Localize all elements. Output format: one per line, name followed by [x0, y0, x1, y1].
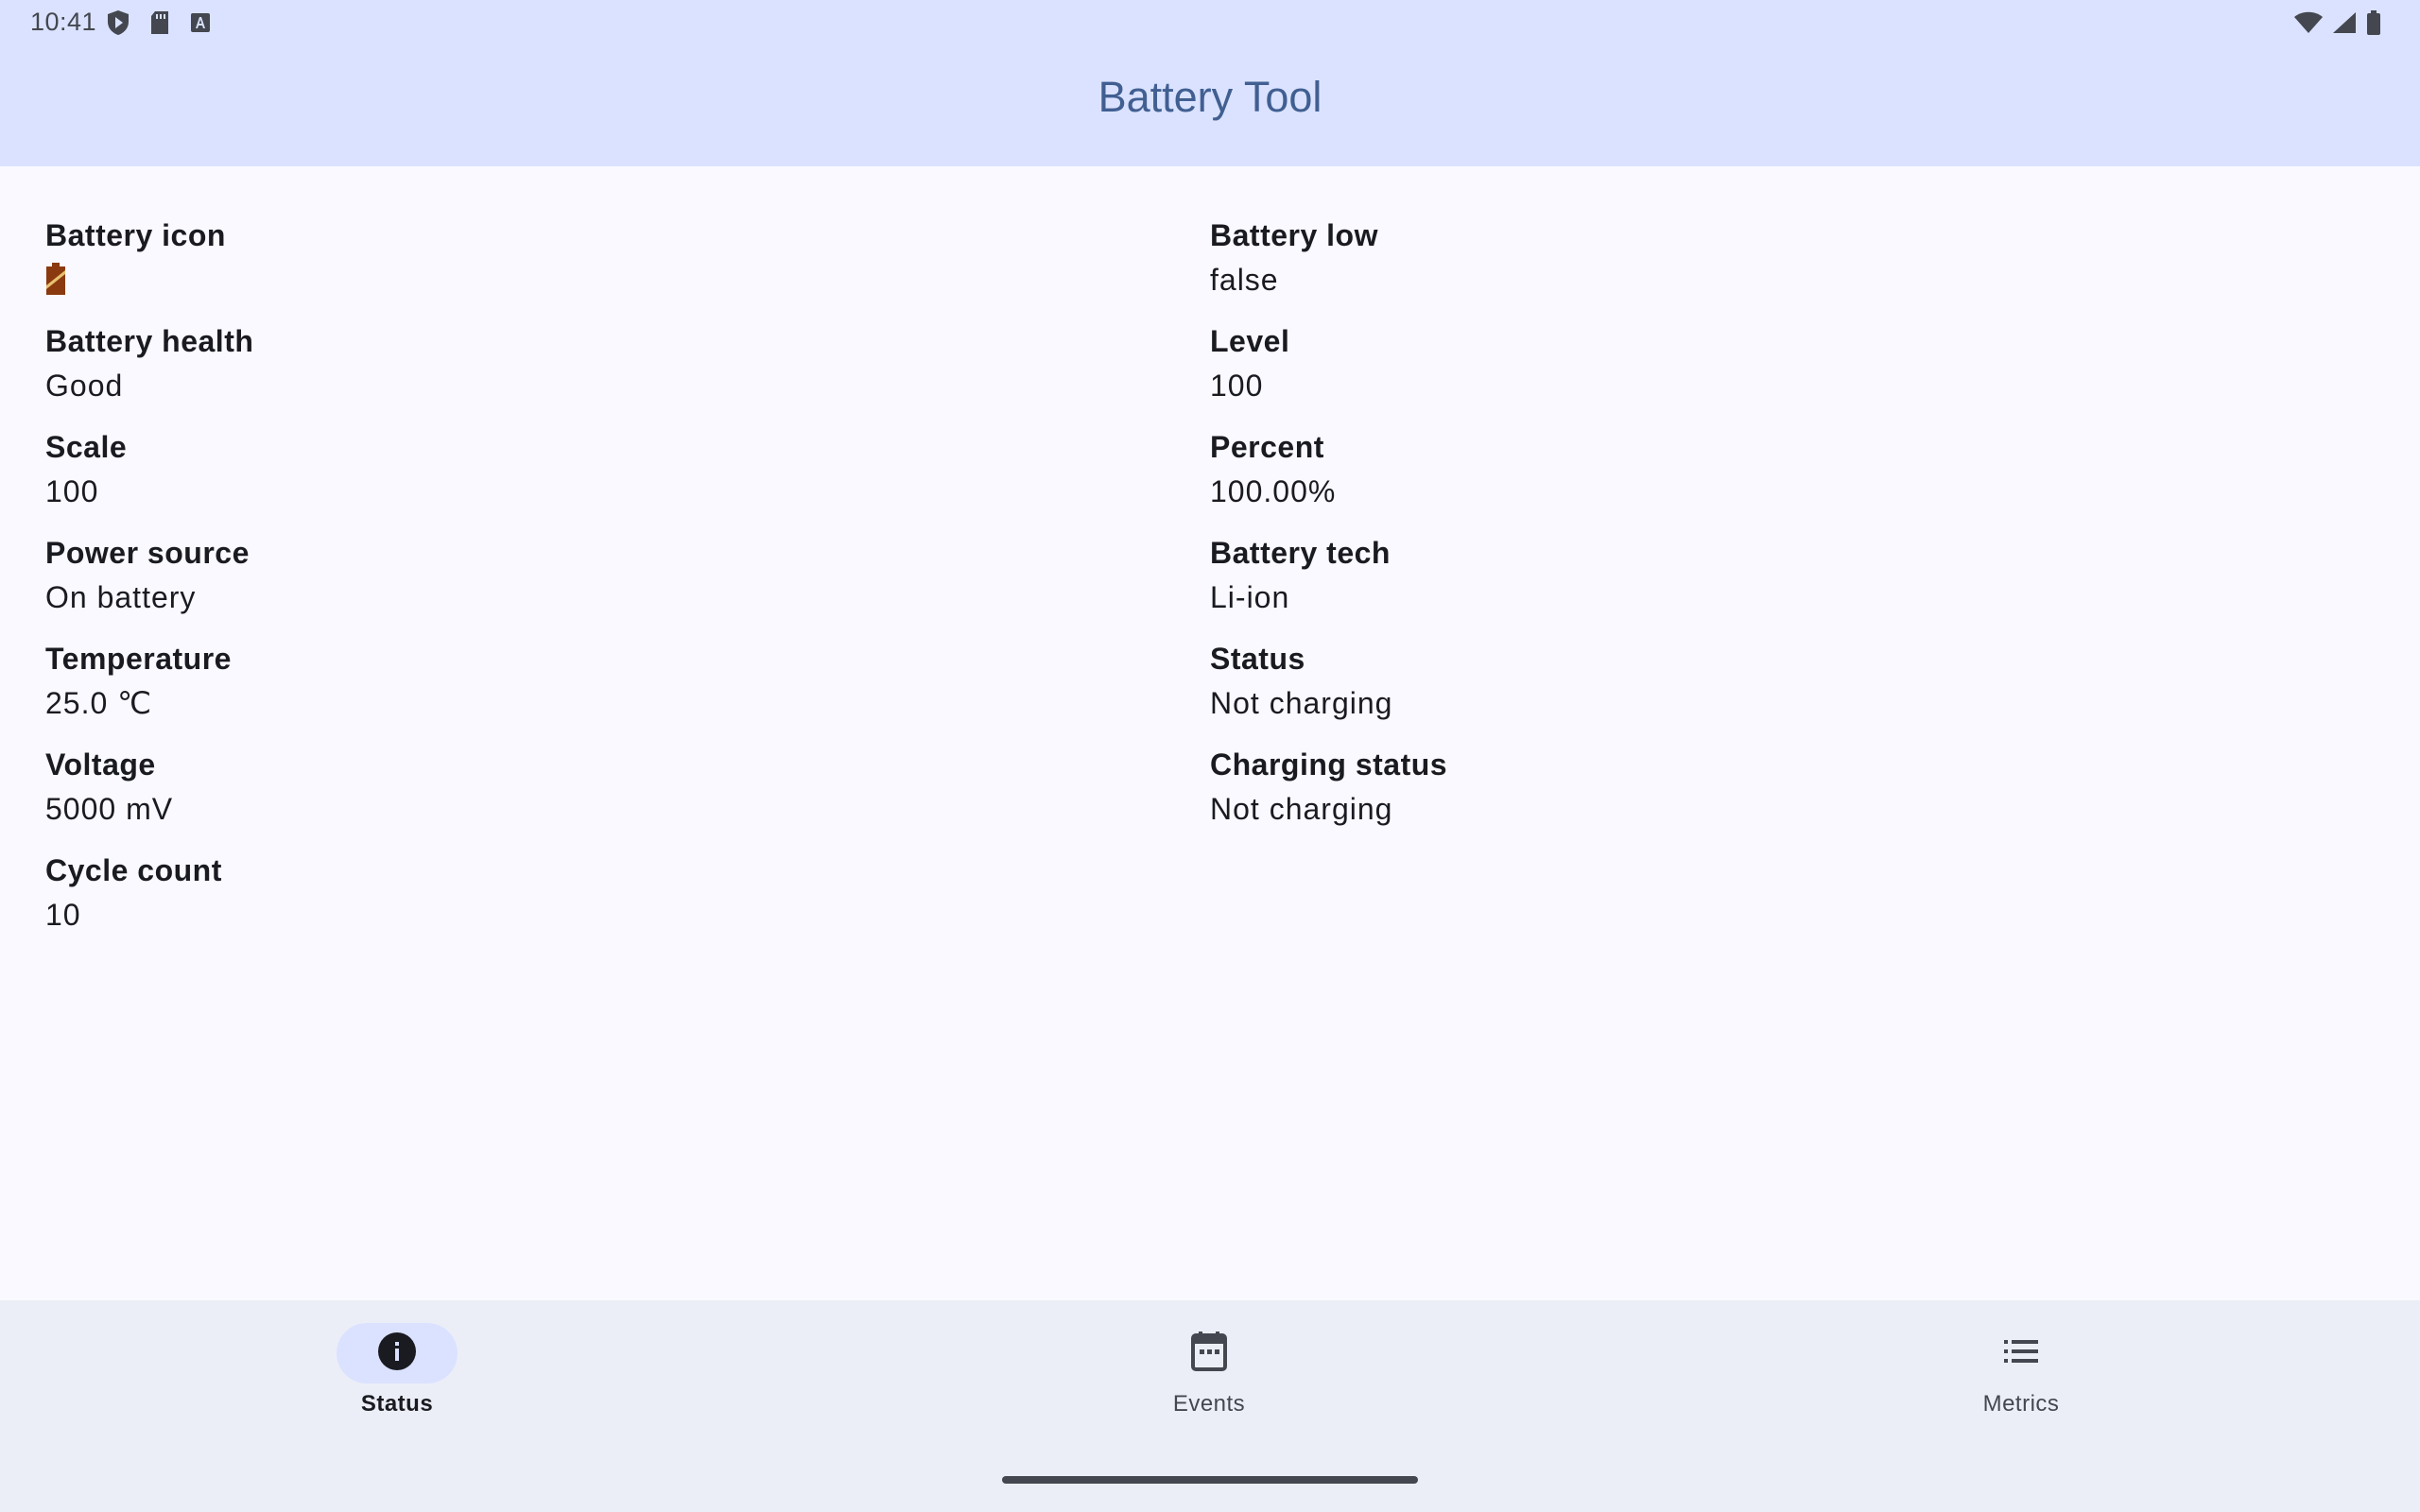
list-icon[interactable]: [2002, 1337, 2040, 1370]
field-label: Percent: [1210, 430, 1324, 464]
field-label: Battery icon: [45, 218, 226, 252]
shield-play-icon: [106, 9, 130, 41]
calendar-icon[interactable]: [1190, 1331, 1228, 1376]
field-label: Level: [1210, 324, 1290, 358]
field-value: 5000 mV: [45, 792, 174, 826]
field-value: On battery: [45, 580, 197, 614]
status-bar: 10:41: [0, 0, 2420, 45]
field-label: Voltage: [45, 747, 156, 782]
field-value: 100: [1210, 369, 1264, 403]
left-column: Battery icon Battery health Good Scale 1…: [45, 214, 1180, 954]
app-title: Battery Tool: [1098, 73, 1322, 121]
info-icon[interactable]: [378, 1332, 416, 1375]
field-value: Not charging: [1210, 792, 1393, 826]
field-value: 10: [45, 898, 81, 932]
battery-status-content: Battery icon Battery health Good Scale 1…: [0, 166, 2420, 1300]
nav-icon-container[interactable]: [1149, 1323, 1270, 1383]
nav-label[interactable]: Events: [1086, 1391, 1332, 1418]
field-value: 100.00%: [1210, 474, 1337, 508]
field-label: Battery tech: [1210, 536, 1391, 570]
nav-item-events[interactable]: Events: [1086, 1323, 1332, 1418]
nav-label[interactable]: Metrics: [1898, 1391, 2144, 1418]
cell-signal-icon: [2331, 10, 2358, 40]
field-label: Battery low: [1210, 218, 1378, 252]
field-temperature: Temperature 25.0 ℃: [45, 637, 1180, 743]
sd-card-icon: [149, 10, 170, 40]
active-indicator[interactable]: [337, 1323, 458, 1383]
battery-full-icon: [2365, 9, 2382, 41]
field-battery-low: Battery low false: [1210, 214, 2344, 319]
field-status: Status Not charging: [1210, 637, 2344, 743]
field-battery-tech: Battery tech Li-ion: [1210, 531, 2344, 637]
field-label: Status: [1210, 642, 1305, 676]
bottom-navigation: Status Events Metrics: [0, 1300, 2420, 1512]
nav-label[interactable]: Status: [274, 1391, 520, 1418]
field-percent: Percent 100.00%: [1210, 425, 2344, 531]
field-value: 100: [45, 474, 99, 508]
top-app-bar: Battery Tool: [0, 45, 2420, 166]
wifi-icon: [2293, 10, 2324, 40]
field-battery-health: Battery health Good: [45, 319, 1180, 425]
field-value: Not charging: [1210, 686, 1393, 720]
right-column: Battery low false Level 100 Percent 100.…: [1210, 214, 2344, 849]
field-charging-status: Charging status Not charging: [1210, 743, 2344, 849]
field-label: Scale: [45, 430, 128, 464]
field-power-source: Power source On battery: [45, 531, 1180, 637]
font-a-icon: [189, 11, 212, 39]
status-right-icons: [2293, 9, 2382, 41]
field-value: false: [1210, 263, 1279, 297]
field-label: Cycle count: [45, 853, 222, 887]
nav-item-status[interactable]: Status: [274, 1323, 520, 1418]
field-label: Temperature: [45, 642, 232, 676]
nav-icon-container[interactable]: [1961, 1323, 2082, 1383]
field-label: Battery health: [45, 324, 254, 358]
field-level: Level 100: [1210, 319, 2344, 425]
field-value: 25.0 ℃: [45, 686, 153, 720]
status-time: 10:41: [30, 8, 97, 36]
field-value: Li-ion: [1210, 580, 1290, 614]
field-label: Power source: [45, 536, 250, 570]
field-label: Charging status: [1210, 747, 1448, 782]
gesture-navigation-bar[interactable]: [1002, 1476, 1418, 1484]
field-value: Good: [45, 369, 124, 403]
nav-item-metrics[interactable]: Metrics: [1898, 1323, 2144, 1418]
field-battery-icon: Battery icon: [45, 214, 1180, 319]
field-scale: Scale 100: [45, 425, 1180, 531]
field-voltage: Voltage 5000 mV: [45, 743, 1180, 849]
battery-level-icon: [45, 263, 1180, 300]
status-left-icons: [106, 9, 212, 41]
field-cycle-count: Cycle count 10: [45, 849, 1180, 954]
